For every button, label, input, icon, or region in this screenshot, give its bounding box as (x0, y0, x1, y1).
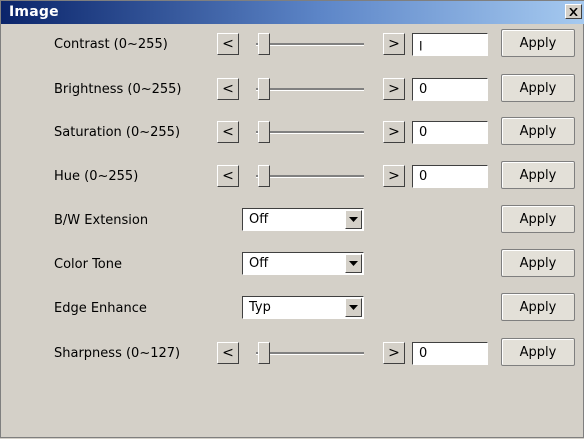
decrease-button[interactable]: < (217, 342, 239, 364)
slider-track (256, 43, 364, 46)
option-dropdown[interactable]: Typ (242, 296, 364, 319)
dropdown-arrow-button[interactable] (345, 298, 362, 317)
value-slider[interactable] (256, 120, 364, 144)
increase-button[interactable]: > (383, 78, 405, 100)
slider-track (256, 352, 364, 355)
value-field[interactable] (412, 342, 488, 365)
control-row: Hue (0~255) < > Apply (1, 160, 584, 192)
title-bar[interactable]: Image (1, 1, 584, 24)
close-button[interactable] (565, 4, 582, 19)
chevron-down-icon (349, 304, 358, 310)
apply-button[interactable]: Apply (501, 117, 575, 145)
control-label: Brightness (0~255) (54, 82, 182, 97)
option-dropdown[interactable]: Off (242, 208, 364, 231)
apply-button[interactable]: Apply (501, 29, 575, 57)
increase-button[interactable]: > (383, 165, 405, 187)
apply-button[interactable]: Apply (501, 293, 575, 321)
dropdown-arrow-button[interactable] (345, 210, 362, 229)
option-dropdown[interactable]: Off (242, 252, 364, 275)
control-label: Contrast (0~255) (54, 37, 168, 52)
window-title: Image (9, 4, 59, 20)
apply-button[interactable]: Apply (501, 205, 575, 233)
apply-button[interactable]: Apply (501, 338, 575, 366)
value-slider[interactable] (256, 341, 364, 365)
value-field[interactable] (412, 78, 488, 101)
controls-panel: Contrast (0~255)<>ApplyBrightness (0~255… (1, 24, 584, 439)
slider-track (256, 131, 364, 134)
value-slider[interactable] (256, 32, 364, 56)
control-row: B/W Extension Off Apply (1, 204, 584, 236)
dropdown-arrow-button[interactable] (345, 254, 362, 273)
apply-button[interactable]: Apply (501, 161, 575, 189)
increase-button[interactable]: > (383, 342, 405, 364)
control-label: Sharpness (0~127) (54, 346, 181, 361)
slider-track (256, 175, 364, 178)
value-slider[interactable] (256, 164, 364, 188)
control-row: Saturation (0~255) < > Apply (1, 116, 584, 148)
slider-track (256, 88, 364, 91)
control-label: Edge Enhance (54, 301, 147, 316)
control-label: Color Tone (54, 257, 122, 272)
value-slider[interactable] (256, 77, 364, 101)
slider-thumb[interactable] (258, 342, 270, 364)
increase-button[interactable]: > (383, 121, 405, 143)
control-row: Brightness (0~255) < > Apply (1, 73, 584, 105)
control-label: B/W Extension (54, 213, 149, 228)
apply-button[interactable]: Apply (501, 249, 575, 277)
slider-thumb[interactable] (258, 121, 270, 143)
apply-button[interactable]: Apply (501, 74, 575, 102)
value-field[interactable] (412, 165, 488, 188)
decrease-button[interactable]: < (217, 33, 239, 55)
dropdown-value: Typ (249, 300, 271, 315)
decrease-button[interactable]: < (217, 121, 239, 143)
increase-button[interactable]: > (383, 33, 405, 55)
control-row: Contrast (0~255) < > Apply (1, 28, 584, 60)
dropdown-value: Off (249, 256, 269, 271)
control-row: Edge Enhance Typ Apply (1, 292, 584, 324)
decrease-button[interactable]: < (217, 165, 239, 187)
slider-thumb[interactable] (258, 165, 270, 187)
chevron-down-icon (349, 216, 358, 222)
dropdown-value: Off (249, 212, 269, 227)
image-dialog: Image Contrast (0~255)<>ApplyBrightness … (0, 0, 584, 438)
slider-thumb[interactable] (258, 78, 270, 100)
value-field[interactable] (412, 121, 488, 144)
control-label: Hue (0~255) (54, 169, 139, 184)
slider-thumb[interactable] (258, 33, 270, 55)
decrease-button[interactable]: < (217, 78, 239, 100)
control-row: Sharpness (0~127) < > Apply (1, 337, 584, 369)
control-label: Saturation (0~255) (54, 125, 181, 140)
chevron-down-icon (349, 260, 358, 266)
control-row: Color Tone Off Apply (1, 248, 584, 280)
close-icon (569, 7, 578, 16)
value-field[interactable] (412, 33, 488, 56)
